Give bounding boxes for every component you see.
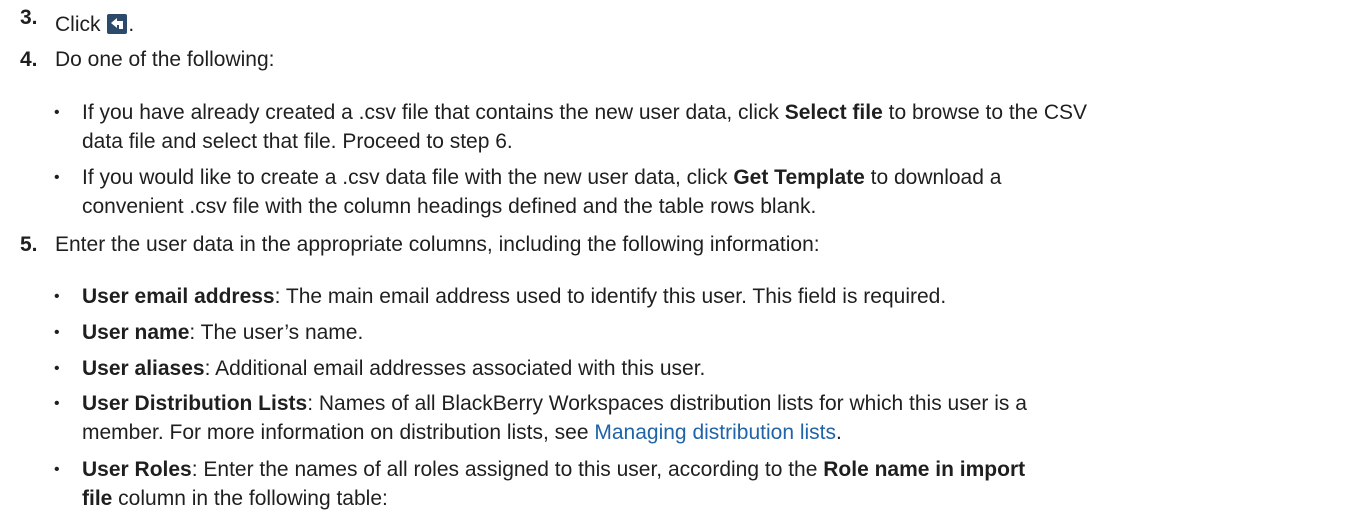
step-number: 4.	[20, 48, 38, 71]
bullet: •	[54, 169, 60, 186]
select-file-label: Select file	[784, 101, 883, 124]
managing-distribution-lists-link[interactable]: Managing distribution lists	[594, 421, 836, 444]
bullet: •	[54, 288, 60, 305]
bullet: •	[54, 360, 60, 377]
bullet: •	[54, 324, 60, 341]
bullet-text: User aliases: Additional email addresses…	[82, 357, 706, 380]
bullet-text: If you would like to create a .csv data …	[82, 166, 1002, 189]
bullet: •	[54, 395, 60, 412]
bullet-text: User name: The user’s name.	[82, 321, 364, 344]
back-arrow-icon	[107, 13, 128, 42]
bullet-text: User Distribution Lists: Names of all Bl…	[82, 392, 1027, 415]
bullet-text: If you have already created a .csv file …	[82, 101, 1088, 124]
bullet: •	[54, 104, 60, 121]
step-text: Enter the user data in the appropriate c…	[55, 233, 820, 256]
step-number: 5.	[20, 233, 38, 256]
bullet: •	[54, 461, 60, 478]
step-number: 3.	[20, 6, 38, 29]
step-text: Click .	[55, 10, 1345, 42]
bullet-text: User email address: The main email addre…	[82, 285, 947, 308]
step-text: Do one of the following:	[55, 48, 275, 71]
bullet-text: User Roles: Enter the names of all roles…	[82, 458, 1026, 481]
get-template-label: Get Template	[733, 166, 865, 189]
